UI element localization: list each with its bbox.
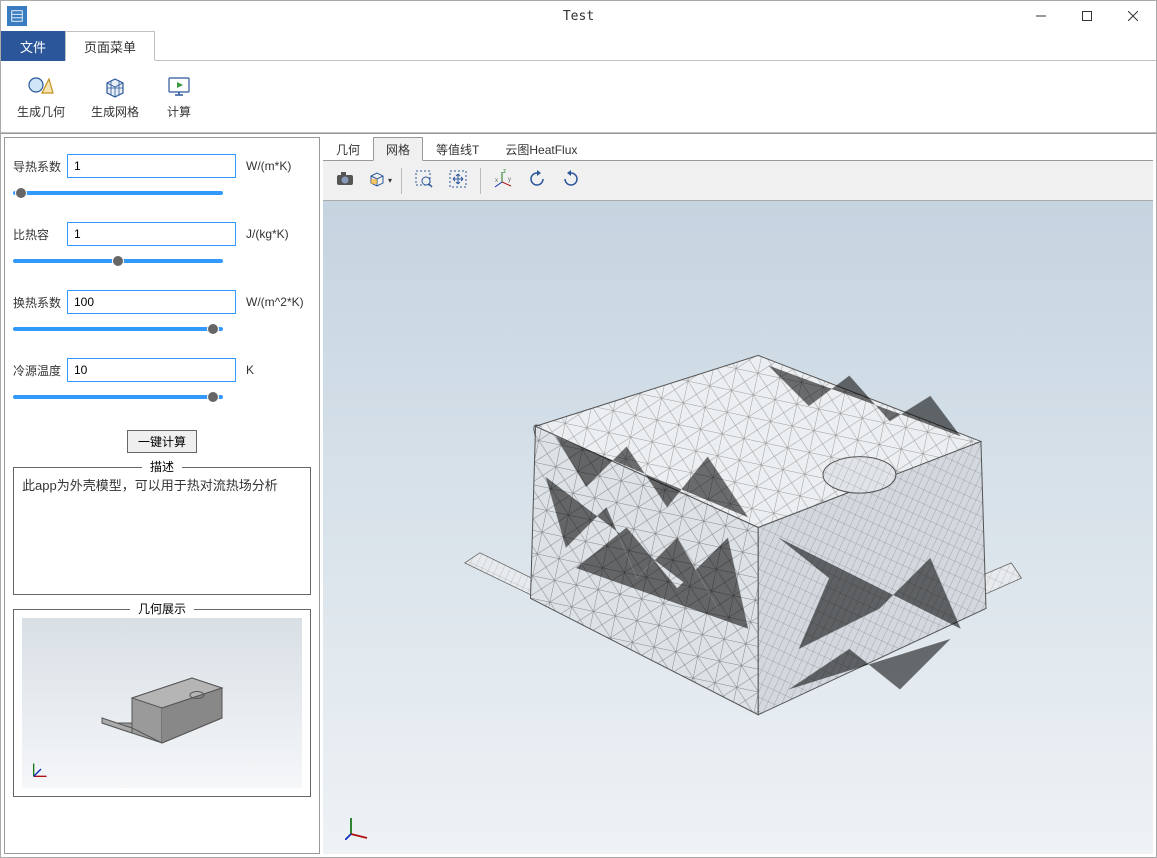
svg-text:x: x xyxy=(495,178,498,184)
cold-source-temp-input[interactable] xyxy=(67,358,236,382)
view-tab-geometry[interactable]: 几何 xyxy=(323,137,373,161)
titlebar: Test xyxy=(1,1,1156,31)
param-label-spec-heat: 比热容 xyxy=(13,226,61,243)
one-click-compute-button[interactable]: 一键计算 xyxy=(127,430,197,453)
unit-label: J/(kg*K) xyxy=(246,227,289,241)
ribbon-label: 生成网格 xyxy=(91,103,139,120)
unit-label: K xyxy=(246,363,254,377)
rotate-cw-button[interactable] xyxy=(555,165,587,197)
view-tabs: 几何 网格 等值线T 云图HeatFlux xyxy=(323,137,1153,161)
ribbon-compute[interactable]: 计算 xyxy=(161,69,197,124)
view-tab-contour[interactable]: 等值线T xyxy=(423,137,492,161)
viewport-toolbar: ▾ zy x xyxy=(323,161,1153,201)
geometry-preview-legend: 几何展示 xyxy=(130,600,194,617)
view-cube-button[interactable]: ▾ xyxy=(363,165,395,197)
specific-heat-input[interactable] xyxy=(67,222,236,246)
app-icon xyxy=(7,6,27,26)
geometry-thumbnail xyxy=(72,643,252,763)
fit-arrows-icon xyxy=(447,168,469,193)
camera-icon xyxy=(334,168,356,193)
xyz-axis-icon: zy x xyxy=(492,168,514,193)
axis-gizmo-icon xyxy=(30,758,52,780)
axis-gizmo-icon xyxy=(345,814,371,840)
parameters-panel: 导热系数 W/(m*K) 比热容 J/(kg*K) 换热系数 W/(m^2*K)… xyxy=(4,137,320,854)
cold-source-temp-slider[interactable] xyxy=(13,395,223,399)
description-text: 此app为外壳模型，可以用于热对流热场分析 xyxy=(22,476,302,586)
play-monitor-icon xyxy=(165,73,193,101)
sphere-cone-icon xyxy=(27,73,55,101)
cube-icon xyxy=(366,168,388,193)
toolbar-separator xyxy=(480,168,481,194)
view-tab-mesh[interactable]: 网格 xyxy=(373,137,423,161)
mesh-cube-icon xyxy=(101,73,129,101)
heat-transfer-input[interactable] xyxy=(67,290,236,314)
param-label-thermal-cond: 导热系数 xyxy=(13,158,61,175)
param-label-heat-transfer: 换热系数 xyxy=(13,294,61,311)
close-button[interactable] xyxy=(1110,1,1156,31)
geometry-preview-viewport[interactable] xyxy=(22,618,302,788)
toolbar-separator xyxy=(401,168,402,194)
window-title: Test xyxy=(563,9,594,24)
3d-viewport[interactable] xyxy=(323,201,1153,854)
tab-page-menu[interactable]: 页面菜单 xyxy=(65,31,155,61)
thermal-conductivity-input[interactable] xyxy=(67,154,236,178)
ribbon-tabs: 文件 页面菜单 xyxy=(1,31,1156,61)
ribbon-generate-geometry[interactable]: 生成几何 xyxy=(13,69,69,124)
ribbon: 生成几何 生成网格 计算 xyxy=(1,61,1156,133)
axis-orientation-button[interactable]: zy x xyxy=(487,165,519,197)
rotate-ccw-button[interactable] xyxy=(521,165,553,197)
ribbon-label: 生成几何 xyxy=(17,103,65,120)
description-legend: 描述 xyxy=(142,458,182,475)
mesh-render xyxy=(323,201,1153,854)
specific-heat-slider[interactable] xyxy=(13,259,223,263)
chevron-down-icon: ▾ xyxy=(388,176,392,185)
unit-label: W/(m^2*K) xyxy=(246,295,304,309)
rotate-cw-icon xyxy=(560,168,582,193)
maximize-button[interactable] xyxy=(1064,1,1110,31)
svg-text:z: z xyxy=(503,169,506,175)
ribbon-generate-mesh[interactable]: 生成网格 xyxy=(87,69,143,124)
unit-label: W/(m*K) xyxy=(246,159,291,173)
zoom-extents-button[interactable] xyxy=(442,165,474,197)
heat-transfer-slider[interactable] xyxy=(13,327,223,331)
minimize-button[interactable] xyxy=(1018,1,1064,31)
view-tab-cloud[interactable]: 云图HeatFlux xyxy=(492,137,590,161)
zoom-box-icon xyxy=(413,168,435,193)
zoom-window-button[interactable] xyxy=(408,165,440,197)
description-fieldset: 描述 此app为外壳模型，可以用于热对流热场分析 xyxy=(13,467,311,595)
thermal-conductivity-slider[interactable] xyxy=(13,191,223,195)
tab-file[interactable]: 文件 xyxy=(1,31,65,61)
svg-text:y: y xyxy=(508,177,511,183)
ribbon-label: 计算 xyxy=(167,103,191,120)
param-label-cold-temp: 冷源温度 xyxy=(13,362,61,379)
rotate-ccw-icon xyxy=(526,168,548,193)
screenshot-button[interactable] xyxy=(329,165,361,197)
geometry-preview-fieldset: 几何展示 xyxy=(13,609,311,797)
